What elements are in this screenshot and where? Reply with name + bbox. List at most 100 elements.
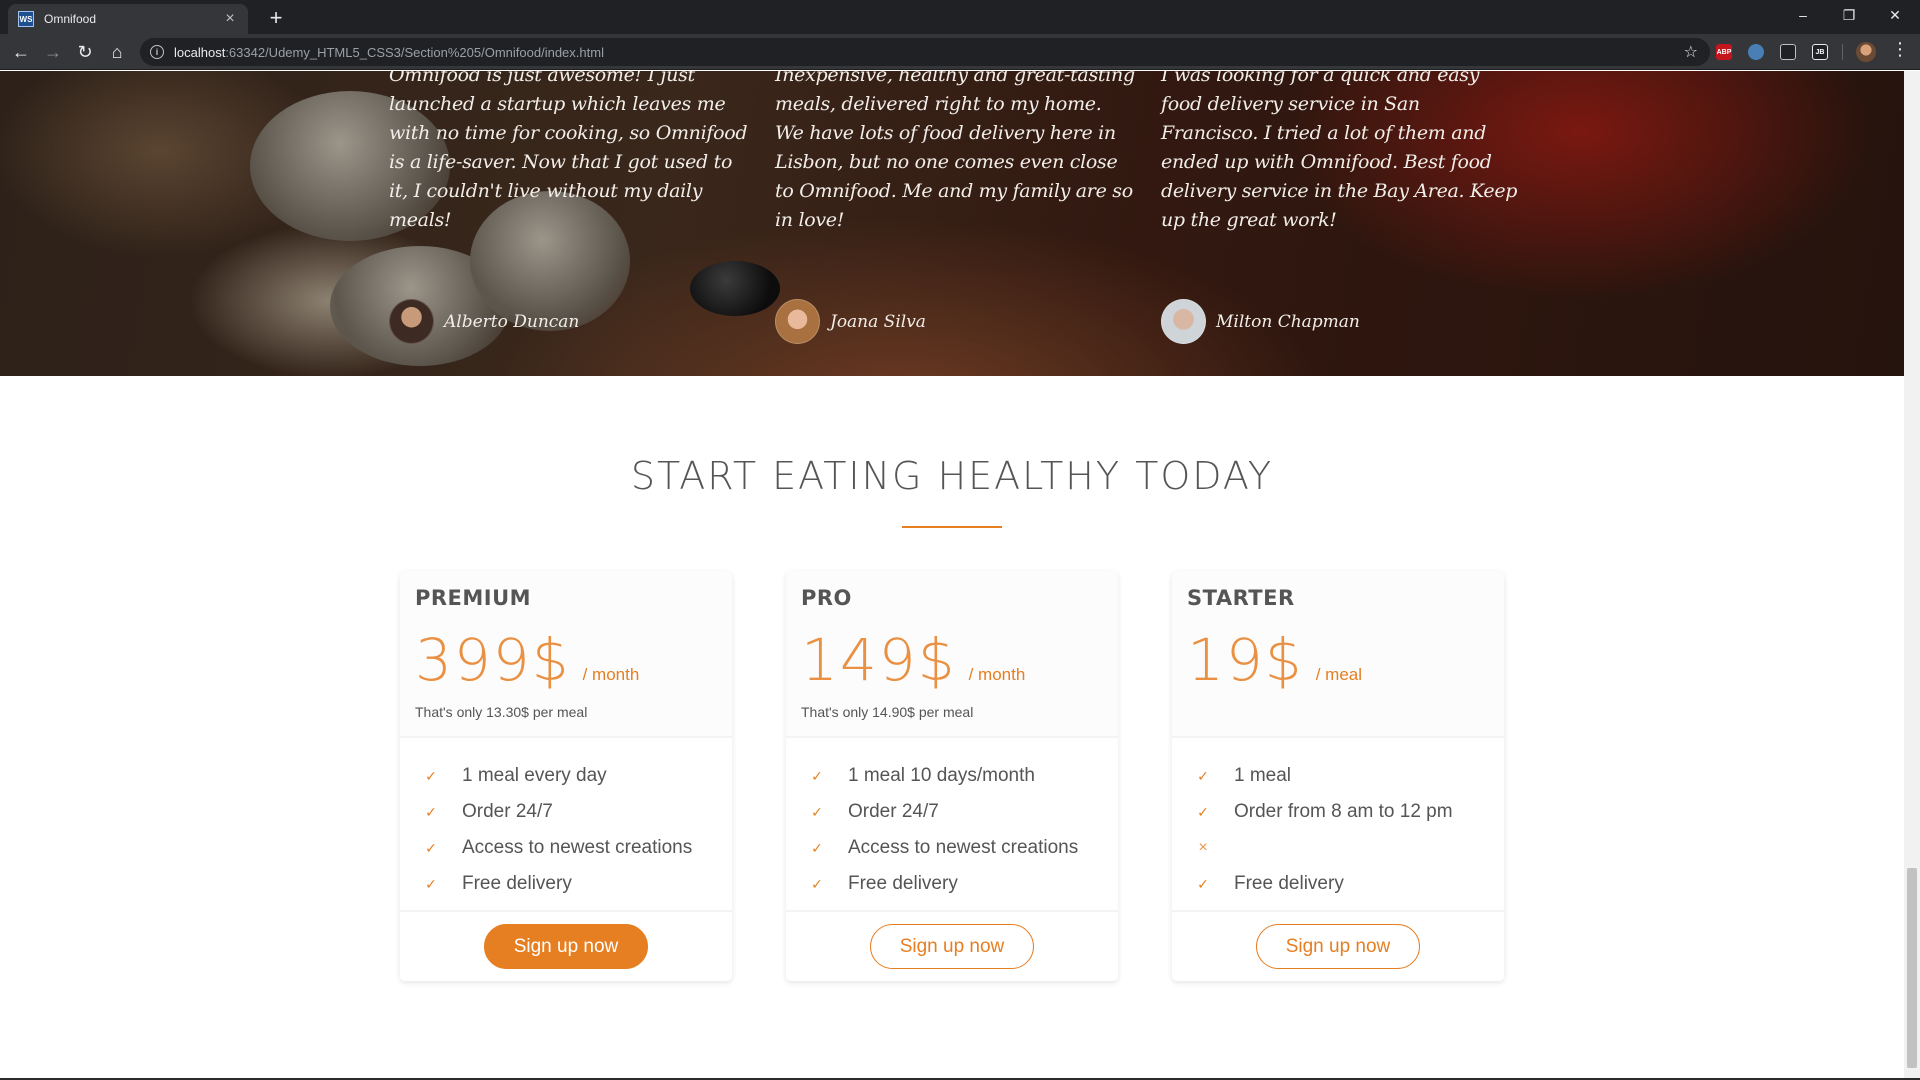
feature-label: Order 24/7 (848, 801, 939, 822)
plan-footer: Sign up now (400, 912, 732, 981)
home-icon[interactable]: ⌂ (104, 39, 130, 65)
checkmark-icon: ✓ (811, 803, 823, 820)
price-amount: 399$ (415, 626, 571, 694)
jetbrains-extension-icon[interactable]: JB (1812, 44, 1828, 60)
browser-toolbar: ← → ↻ ⌂ i localhost:63342/Udemy_HTML5_CS… (0, 34, 1920, 70)
browser-menu-icon[interactable]: ⋮ (1890, 39, 1910, 60)
plan-box-premium: PREMIUM 399$ / month That's only 13.30$ … (400, 571, 732, 981)
address-bar[interactable]: i localhost:63342/Udemy_HTML5_CSS3/Secti… (140, 38, 1710, 66)
feature-label: 1 meal (1234, 765, 1292, 786)
customer-avatar (389, 299, 434, 344)
reload-icon[interactable]: ↻ (72, 39, 98, 65)
plan-footer: Sign up now (786, 912, 1118, 981)
section-title: START EATING HEALTHY TODAY (630, 454, 1274, 498)
feature-item: ✓ Free delivery (1194, 866, 1504, 902)
plan-features: ✓ 1 meal ✓ Order from 8 am to 12 pm × ✓ Fre… (1172, 738, 1504, 912)
scrollbar-thumb[interactable] (1907, 868, 1917, 1068)
price-unit: / month (582, 665, 640, 684)
feature-item: ✓ Order 24/7 (422, 794, 732, 830)
feature-item: ✓ 1 meal (1194, 758, 1504, 794)
feature-item: ✓ 1 meal every day (422, 758, 732, 794)
feature-label: Free delivery (1234, 873, 1344, 894)
url-path: :63342/Udemy_HTML5_CSS3/Section%205/Omni… (225, 44, 604, 60)
testimonial-1: Omnifood is just awesome! I just launche… (389, 71, 749, 235)
page-scrollbar[interactable] (1904, 71, 1920, 1078)
plan-header: PREMIUM 399$ / month That's only 13.30$ … (400, 571, 732, 738)
url-host: localhost (174, 44, 226, 60)
checkmark-icon: ✓ (1197, 767, 1209, 784)
checkmark-icon: ✓ (425, 767, 437, 784)
plan-name: PREMIUM (415, 586, 532, 610)
feature-item: × (1194, 830, 1504, 866)
plan-box-starter: STARTER 19$ / meal ✓ 1 meal ✓ Order from 8… (1172, 571, 1504, 981)
adblock-extension-icon[interactable]: ABP (1716, 44, 1732, 60)
checkmark-icon: ✓ (811, 767, 823, 784)
checkmark-icon: ✓ (425, 803, 437, 820)
plan-features: ✓ 1 meal every day ✓ Order 24/7 ✓ Access to… (400, 738, 732, 912)
testimonial-1-cite: Alberto Duncan (389, 299, 579, 344)
feature-label: Free delivery (462, 873, 572, 894)
feature-label: Free delivery (848, 873, 958, 894)
tab-title: Omnifood (44, 12, 97, 26)
back-arrow-icon[interactable]: ← (8, 39, 34, 65)
browser-tab[interactable]: WS Omnifood × (8, 4, 248, 34)
profile-avatar[interactable] (1856, 42, 1876, 62)
feature-item: ✓ Access to newest creations (808, 830, 1118, 866)
sign-up-button[interactable]: Sign up now (869, 924, 1035, 969)
feature-item: ✓ Access to newest creations (422, 830, 732, 866)
feature-item: ✓ Order from 8 am to 12 pm (1194, 794, 1504, 830)
feature-item: ✓ Free delivery (422, 866, 732, 902)
browser-tab-strip: WS Omnifood × + – ❐ ✕ (0, 0, 1920, 34)
testimonial-2: Inexpensive, healthy and great-tasting m… (775, 71, 1135, 235)
price-amount: 19$ (1187, 626, 1304, 694)
feature-item: ✓ 1 meal 10 days/month (808, 758, 1118, 794)
feature-label: Access to newest creations (848, 837, 1079, 858)
sign-up-button[interactable]: Sign up now (1255, 924, 1421, 969)
checkmark-icon: ✓ (811, 875, 823, 892)
site-info-icon[interactable]: i (150, 45, 164, 59)
plan-name: STARTER (1187, 586, 1295, 610)
feature-label: 1 meal every day (462, 765, 607, 786)
plan-name: PRO (801, 586, 852, 610)
testimonial-quote: I was looking for a quick and easy food … (1161, 71, 1518, 231)
checkmark-icon: ✓ (1197, 875, 1209, 892)
customer-avatar (1161, 299, 1206, 344)
cast-extension-icon[interactable] (1780, 44, 1796, 60)
price-per-meal-note: That's only 14.90$ per meal (801, 704, 974, 720)
testimonial-2-cite: Joana Silva (775, 299, 926, 344)
feature-label: Order 24/7 (462, 801, 553, 822)
title-underline (902, 526, 1002, 528)
plan-box-pro: PRO 149$ / month That's only 14.90$ per … (786, 571, 1118, 981)
price-amount: 149$ (801, 626, 957, 694)
checkmark-icon: ✓ (425, 839, 437, 856)
testimonial-quote: Inexpensive, healthy and great-tasting m… (775, 71, 1135, 231)
close-tab-icon[interactable]: × (222, 10, 238, 28)
extension-icon[interactable] (1748, 44, 1764, 60)
plan-header: PRO 149$ / month That's only 14.90$ per … (786, 571, 1118, 738)
restore-window-icon[interactable]: ❐ (1826, 0, 1872, 30)
sign-up-button[interactable]: Sign up now (483, 924, 649, 969)
plan-price: 399$ / month (415, 626, 639, 694)
feature-label: 1 meal 10 days/month (848, 765, 1035, 786)
plan-header: STARTER 19$ / meal (1172, 571, 1504, 738)
plan-footer: Sign up now (1172, 912, 1504, 981)
feature-item: ✓ Free delivery (808, 866, 1118, 902)
customer-avatar (775, 299, 820, 344)
new-tab-button[interactable]: + (262, 4, 290, 32)
checkmark-icon: ✓ (1197, 803, 1209, 820)
checkmark-icon: ✓ (425, 875, 437, 892)
forward-arrow-icon[interactable]: → (40, 39, 66, 65)
feature-item: ✓ Order 24/7 (808, 794, 1118, 830)
webstorm-favicon-icon: WS (18, 11, 34, 27)
bookmark-star-icon[interactable]: ☆ (1684, 42, 1698, 62)
plan-price: 149$ / month (801, 626, 1025, 694)
close-window-icon[interactable]: ✕ (1872, 0, 1918, 30)
minimize-window-icon[interactable]: – (1780, 0, 1826, 30)
testimonial-3: I was looking for a quick and easy food … (1161, 71, 1521, 235)
price-unit: / meal (1315, 665, 1363, 684)
testimonial-author: Alberto Duncan (444, 311, 580, 332)
cross-icon: × (1198, 839, 1208, 856)
testimonial-quote: Omnifood is just awesome! I just launche… (389, 71, 748, 231)
testimonial-author: Joana Silva (830, 311, 926, 332)
feature-label: Order from 8 am to 12 pm (1234, 801, 1453, 822)
